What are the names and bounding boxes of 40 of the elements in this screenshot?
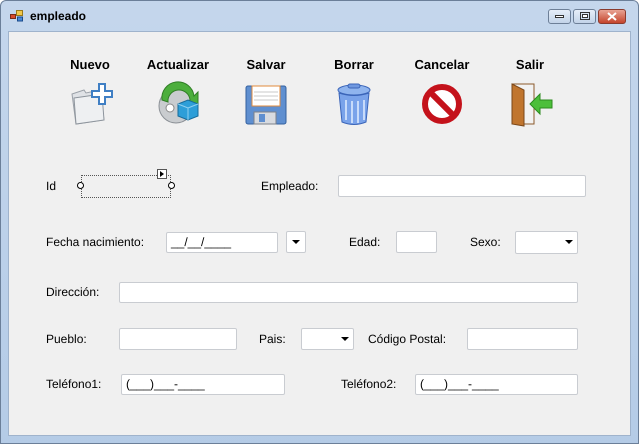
minimize-button[interactable] [548,8,571,24]
field-label: Sexo: [470,235,502,249]
dropdown-button[interactable] [286,231,306,253]
field-label: Código Postal: [368,332,448,346]
input-field[interactable] [119,282,578,302]
caret-icon [565,240,573,244]
field-label: Pueblo: [46,332,88,346]
toolbar-button[interactable]: Salvar [224,57,308,128]
window-title: empleado [30,9,86,23]
maximize-button[interactable] [573,8,596,24]
input-field[interactable] [396,231,437,253]
toolbar-button[interactable]: Actualizar [136,57,220,128]
field-label: Edad: [349,235,382,249]
resize-handle[interactable] [168,182,175,188]
close-icon [607,12,617,20]
minimize-icon [555,14,564,18]
field-label: Dirección: [46,285,100,299]
field-label: Fecha nacimiento: [46,235,146,249]
toolbar-button[interactable]: Salir [488,57,572,128]
maximize-icon [580,12,590,20]
input-field[interactable]: (___)___-____ [415,374,578,394]
resize-handle[interactable] [77,182,84,188]
input-field[interactable] [338,175,586,197]
smart-tag-icon[interactable] [157,168,167,178]
caret-icon [292,240,300,244]
toolbar-button[interactable]: Cancelar [400,57,484,128]
caret-icon [341,337,349,341]
input-field[interactable] [119,328,237,350]
field-label: Teléfono1: [46,377,102,391]
field-label: Teléfono2: [341,377,398,391]
close-button[interactable] [598,8,626,24]
field-label: Id [46,179,58,193]
input-field[interactable]: __/__/____ [166,232,278,252]
app-icon [10,10,24,22]
toolbar-button[interactable]: Nuevo [48,57,132,128]
field-label: Pais: [259,332,287,346]
toolbar-button[interactable]: Borrar [312,57,396,128]
field-label: Empleado: [261,179,320,193]
input-field[interactable] [467,328,578,350]
input-field[interactable]: (___)___-____ [121,374,285,394]
